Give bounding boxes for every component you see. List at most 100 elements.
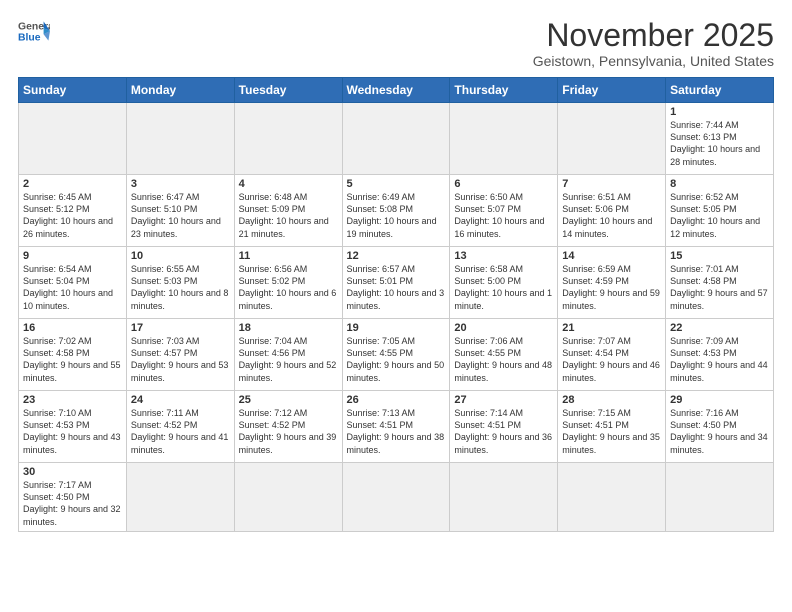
- day-info: Sunrise: 7:10 AM Sunset: 4:53 PM Dayligh…: [23, 407, 122, 456]
- calendar-cell: 12Sunrise: 6:57 AM Sunset: 5:01 PM Dayli…: [342, 247, 450, 319]
- calendar-cell: 20Sunrise: 7:06 AM Sunset: 4:55 PM Dayli…: [450, 319, 558, 391]
- page: General Blue November 2025 Geistown, Pen…: [0, 0, 792, 612]
- week-row-1: 2Sunrise: 6:45 AM Sunset: 5:12 PM Daylig…: [19, 175, 774, 247]
- day-info: Sunrise: 7:14 AM Sunset: 4:51 PM Dayligh…: [454, 407, 553, 456]
- calendar-cell: [234, 463, 342, 532]
- calendar-cell: 25Sunrise: 7:12 AM Sunset: 4:52 PM Dayli…: [234, 391, 342, 463]
- calendar-cell: 14Sunrise: 6:59 AM Sunset: 4:59 PM Dayli…: [558, 247, 666, 319]
- week-row-0: 1Sunrise: 7:44 AM Sunset: 6:13 PM Daylig…: [19, 103, 774, 175]
- week-row-4: 23Sunrise: 7:10 AM Sunset: 4:53 PM Dayli…: [19, 391, 774, 463]
- calendar: SundayMondayTuesdayWednesdayThursdayFrid…: [18, 77, 774, 532]
- calendar-cell: 5Sunrise: 6:49 AM Sunset: 5:08 PM Daylig…: [342, 175, 450, 247]
- day-number: 23: [23, 394, 122, 406]
- calendar-cell: 21Sunrise: 7:07 AM Sunset: 4:54 PM Dayli…: [558, 319, 666, 391]
- day-info: Sunrise: 7:06 AM Sunset: 4:55 PM Dayligh…: [454, 335, 553, 384]
- day-number: 14: [562, 250, 661, 262]
- main-title: November 2025: [533, 18, 774, 53]
- day-number: 3: [131, 178, 230, 190]
- calendar-cell: 28Sunrise: 7:15 AM Sunset: 4:51 PM Dayli…: [558, 391, 666, 463]
- day-number: 26: [347, 394, 446, 406]
- day-info: Sunrise: 7:01 AM Sunset: 4:58 PM Dayligh…: [670, 263, 769, 312]
- svg-text:Blue: Blue: [18, 33, 41, 44]
- calendar-cell: 18Sunrise: 7:04 AM Sunset: 4:56 PM Dayli…: [234, 319, 342, 391]
- day-info: Sunrise: 7:05 AM Sunset: 4:55 PM Dayligh…: [347, 335, 446, 384]
- calendar-cell: [450, 463, 558, 532]
- calendar-cell: [19, 103, 127, 175]
- day-number: 28: [562, 394, 661, 406]
- calendar-cell: 13Sunrise: 6:58 AM Sunset: 5:00 PM Dayli…: [450, 247, 558, 319]
- day-number: 8: [670, 178, 769, 190]
- day-number: 22: [670, 322, 769, 334]
- day-number: 6: [454, 178, 553, 190]
- logo: General Blue: [18, 18, 50, 44]
- day-number: 12: [347, 250, 446, 262]
- day-info: Sunrise: 7:12 AM Sunset: 4:52 PM Dayligh…: [239, 407, 338, 456]
- calendar-cell: [126, 103, 234, 175]
- day-number: 30: [23, 466, 122, 478]
- day-info: Sunrise: 6:59 AM Sunset: 4:59 PM Dayligh…: [562, 263, 661, 312]
- day-number: 16: [23, 322, 122, 334]
- day-number: 18: [239, 322, 338, 334]
- calendar-cell: [234, 103, 342, 175]
- day-number: 7: [562, 178, 661, 190]
- day-number: 1: [670, 106, 769, 118]
- calendar-cell: 19Sunrise: 7:05 AM Sunset: 4:55 PM Dayli…: [342, 319, 450, 391]
- day-info: Sunrise: 6:50 AM Sunset: 5:07 PM Dayligh…: [454, 191, 553, 240]
- calendar-cell: 2Sunrise: 6:45 AM Sunset: 5:12 PM Daylig…: [19, 175, 127, 247]
- day-number: 15: [670, 250, 769, 262]
- calendar-cell: 26Sunrise: 7:13 AM Sunset: 4:51 PM Dayli…: [342, 391, 450, 463]
- calendar-cell: [126, 463, 234, 532]
- day-number: 27: [454, 394, 553, 406]
- weekday-thursday: Thursday: [450, 78, 558, 103]
- day-number: 10: [131, 250, 230, 262]
- calendar-cell: [342, 463, 450, 532]
- week-row-2: 9Sunrise: 6:54 AM Sunset: 5:04 PM Daylig…: [19, 247, 774, 319]
- weekday-tuesday: Tuesday: [234, 78, 342, 103]
- day-info: Sunrise: 7:04 AM Sunset: 4:56 PM Dayligh…: [239, 335, 338, 384]
- day-number: 13: [454, 250, 553, 262]
- header: General Blue November 2025 Geistown, Pen…: [18, 18, 774, 69]
- weekday-saturday: Saturday: [666, 78, 774, 103]
- weekday-wednesday: Wednesday: [342, 78, 450, 103]
- weekday-monday: Monday: [126, 78, 234, 103]
- day-info: Sunrise: 6:49 AM Sunset: 5:08 PM Dayligh…: [347, 191, 446, 240]
- weekday-header-row: SundayMondayTuesdayWednesdayThursdayFrid…: [19, 78, 774, 103]
- weekday-sunday: Sunday: [19, 78, 127, 103]
- calendar-cell: 9Sunrise: 6:54 AM Sunset: 5:04 PM Daylig…: [19, 247, 127, 319]
- calendar-cell: 3Sunrise: 6:47 AM Sunset: 5:10 PM Daylig…: [126, 175, 234, 247]
- calendar-cell: [558, 103, 666, 175]
- day-info: Sunrise: 6:57 AM Sunset: 5:01 PM Dayligh…: [347, 263, 446, 312]
- logo-icon: General Blue: [18, 18, 50, 44]
- day-number: 2: [23, 178, 122, 190]
- day-info: Sunrise: 7:15 AM Sunset: 4:51 PM Dayligh…: [562, 407, 661, 456]
- day-number: 19: [347, 322, 446, 334]
- calendar-cell: 17Sunrise: 7:03 AM Sunset: 4:57 PM Dayli…: [126, 319, 234, 391]
- day-info: Sunrise: 6:55 AM Sunset: 5:03 PM Dayligh…: [131, 263, 230, 312]
- calendar-cell: 29Sunrise: 7:16 AM Sunset: 4:50 PM Dayli…: [666, 391, 774, 463]
- calendar-cell: 30Sunrise: 7:17 AM Sunset: 4:50 PM Dayli…: [19, 463, 127, 532]
- calendar-cell: [342, 103, 450, 175]
- weekday-friday: Friday: [558, 78, 666, 103]
- day-info: Sunrise: 7:11 AM Sunset: 4:52 PM Dayligh…: [131, 407, 230, 456]
- calendar-cell: 24Sunrise: 7:11 AM Sunset: 4:52 PM Dayli…: [126, 391, 234, 463]
- calendar-cell: 27Sunrise: 7:14 AM Sunset: 4:51 PM Dayli…: [450, 391, 558, 463]
- day-info: Sunrise: 7:09 AM Sunset: 4:53 PM Dayligh…: [670, 335, 769, 384]
- day-info: Sunrise: 7:16 AM Sunset: 4:50 PM Dayligh…: [670, 407, 769, 456]
- calendar-cell: 4Sunrise: 6:48 AM Sunset: 5:09 PM Daylig…: [234, 175, 342, 247]
- day-info: Sunrise: 6:45 AM Sunset: 5:12 PM Dayligh…: [23, 191, 122, 240]
- calendar-cell: 8Sunrise: 6:52 AM Sunset: 5:05 PM Daylig…: [666, 175, 774, 247]
- day-info: Sunrise: 6:56 AM Sunset: 5:02 PM Dayligh…: [239, 263, 338, 312]
- day-number: 9: [23, 250, 122, 262]
- calendar-cell: 1Sunrise: 7:44 AM Sunset: 6:13 PM Daylig…: [666, 103, 774, 175]
- day-number: 17: [131, 322, 230, 334]
- week-row-3: 16Sunrise: 7:02 AM Sunset: 4:58 PM Dayli…: [19, 319, 774, 391]
- day-info: Sunrise: 7:13 AM Sunset: 4:51 PM Dayligh…: [347, 407, 446, 456]
- calendar-cell: 16Sunrise: 7:02 AM Sunset: 4:58 PM Dayli…: [19, 319, 127, 391]
- day-info: Sunrise: 6:48 AM Sunset: 5:09 PM Dayligh…: [239, 191, 338, 240]
- calendar-cell: [450, 103, 558, 175]
- day-info: Sunrise: 7:03 AM Sunset: 4:57 PM Dayligh…: [131, 335, 230, 384]
- day-number: 24: [131, 394, 230, 406]
- day-info: Sunrise: 7:07 AM Sunset: 4:54 PM Dayligh…: [562, 335, 661, 384]
- calendar-cell: 6Sunrise: 6:50 AM Sunset: 5:07 PM Daylig…: [450, 175, 558, 247]
- day-info: Sunrise: 7:44 AM Sunset: 6:13 PM Dayligh…: [670, 119, 769, 168]
